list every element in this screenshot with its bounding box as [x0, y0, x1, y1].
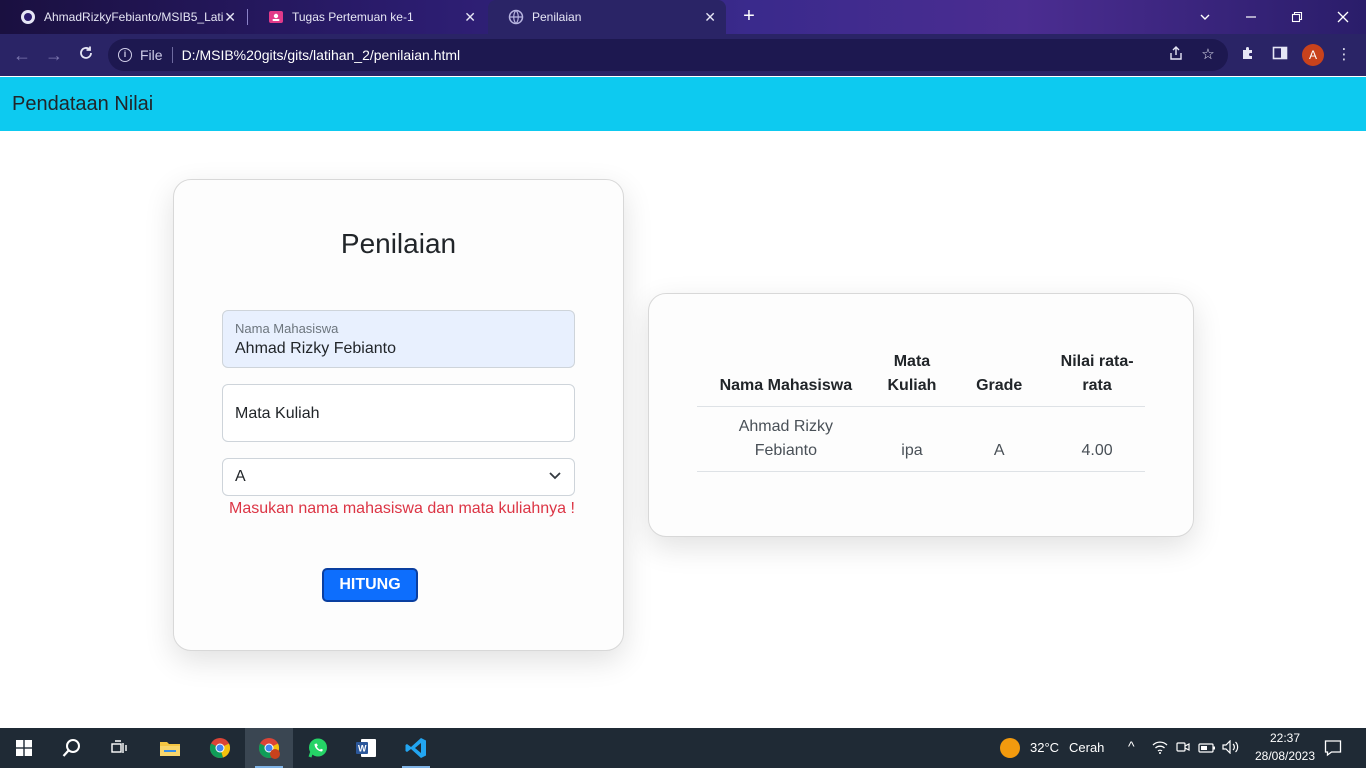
close-icon[interactable]: ✕ [224, 9, 236, 26]
column-header-nilai: Nilai rata-rata [1049, 350, 1145, 407]
side-panel-icon[interactable] [1270, 45, 1290, 65]
vscode-icon[interactable] [392, 728, 440, 768]
svg-text:W: W [358, 744, 367, 754]
address-scheme: File [140, 47, 163, 63]
cell-grade: A [949, 406, 1050, 472]
battery-icon[interactable] [1198, 741, 1216, 759]
chevron-down-icon [548, 468, 562, 482]
info-icon[interactable]: i [118, 48, 132, 62]
grade-select[interactable]: A [222, 458, 575, 496]
form-title: Penilaian [340, 228, 457, 259]
column-header-nama: Nama Mahasiswa [697, 350, 875, 407]
clock-time[interactable]: 22:37 [1262, 731, 1308, 745]
table-row: Ahmad Rizky Febianto ipa A 4.00 [697, 406, 1145, 472]
forward-icon[interactable]: → [42, 43, 66, 67]
browser-toolbar: ← → i File D:/MSIB%20gits/gits/latihan_2… [0, 34, 1366, 76]
github-icon [20, 9, 36, 25]
profile-avatar[interactable]: A [1302, 44, 1324, 66]
search-icon[interactable] [48, 728, 96, 768]
back-icon[interactable]: ← [10, 43, 34, 67]
table-header-row: Nama Mahasiswa Mata Kuliah Grade Nilai r… [697, 350, 1145, 407]
form-card: Penilaian Nama Mahasiswa Ahmad Rizky Feb… [173, 179, 624, 651]
address-url[interactable]: D:/MSIB%20gits/gits/latihan_2/penilaian.… [182, 47, 461, 63]
globe-icon [508, 9, 524, 25]
cell-nilai: 4.00 [1049, 406, 1145, 472]
result-table: Nama Mahasiswa Mata Kuliah Grade Nilai r… [697, 350, 1145, 472]
page-header-title: Pendataan Nilai [12, 92, 154, 115]
chrome-profile-icon[interactable] [245, 728, 293, 768]
nama-mahasiswa-value: Ahmad Rizky Febianto [235, 340, 396, 357]
mata-kuliah-placeholder: Mata Kuliah [235, 405, 320, 422]
restore-icon[interactable] [1274, 0, 1320, 34]
cell-nama: Ahmad Rizky Febianto [697, 406, 875, 472]
column-header-grade: Grade [949, 350, 1050, 407]
tab-title: Penilaian [532, 10, 582, 24]
notification-icon[interactable] [1324, 739, 1342, 762]
browser-tab-strip: AhmadRizkyFebianto/MSIB5_Lati ✕ Tugas Pe… [0, 0, 1366, 34]
share-icon[interactable] [1166, 45, 1186, 65]
error-message: Masukan nama mahasiswa dan mata kuliahny… [229, 500, 575, 517]
column-header-matkul: Mata Kuliah [874, 350, 950, 407]
tab-title: Tugas Pertemuan ke-1 [292, 10, 414, 24]
clock-date[interactable]: 28/08/2023 [1245, 749, 1325, 763]
word-icon[interactable]: W [342, 728, 390, 768]
nama-mahasiswa-field[interactable]: Nama Mahasiswa Ahmad Rizky Febianto [222, 310, 575, 368]
weather-icon[interactable] [1000, 738, 1020, 758]
page-header: Pendataan Nilai [0, 77, 1366, 131]
volume-icon[interactable] [1222, 739, 1240, 759]
wifi-icon[interactable] [1152, 740, 1168, 759]
bookmark-star-icon[interactable]: ☆ [1198, 45, 1218, 65]
windows-start-icon[interactable] [0, 728, 48, 768]
chevron-up-icon[interactable]: ^ [1128, 738, 1135, 754]
chrome-icon[interactable] [196, 728, 244, 768]
new-tab-icon[interactable]: + [738, 6, 760, 28]
cell-matkul: ipa [874, 406, 950, 472]
menu-dots-icon[interactable]: ⋮ [1334, 45, 1354, 65]
tab-penilaian[interactable]: Penilaian ✕ [488, 0, 726, 34]
classroom-icon [268, 9, 284, 25]
close-icon[interactable]: ✕ [704, 9, 716, 26]
close-icon[interactable]: ✕ [464, 9, 476, 26]
grade-selected-value: A [235, 468, 246, 485]
weather-condition[interactable]: Cerah [1069, 740, 1104, 755]
nama-mahasiswa-label: Nama Mahasiswa [235, 321, 339, 336]
tab-title: AhmadRizkyFebianto/MSIB5_Lati [44, 10, 224, 24]
whatsapp-icon[interactable] [294, 728, 342, 768]
task-view-icon[interactable] [96, 728, 144, 768]
minimize-icon[interactable] [1228, 0, 1274, 34]
hitung-button[interactable]: HITUNG [322, 568, 418, 602]
taskbar: W 32°C Cerah ^ 22:37 28/08/2023 [0, 728, 1366, 768]
mata-kuliah-field[interactable]: Mata Kuliah [222, 384, 575, 442]
meet-now-icon[interactable] [1176, 740, 1190, 759]
file-explorer-icon[interactable] [146, 728, 194, 768]
reload-icon[interactable] [74, 43, 98, 67]
tab-classroom[interactable]: Tugas Pertemuan ke-1 ✕ [248, 0, 486, 34]
tab-search-chevron-icon[interactable] [1182, 0, 1228, 34]
result-card: Nama Mahasiswa Mata Kuliah Grade Nilai r… [648, 293, 1194, 537]
address-bar[interactable]: i File D:/MSIB%20gits/gits/latihan_2/pen… [108, 39, 1228, 71]
close-window-icon[interactable] [1320, 0, 1366, 34]
tab-github[interactable]: AhmadRizkyFebianto/MSIB5_Lati ✕ [0, 0, 246, 34]
extensions-icon[interactable] [1238, 45, 1258, 65]
address-divider [171, 47, 173, 63]
weather-temp[interactable]: 32°C [1030, 740, 1059, 755]
